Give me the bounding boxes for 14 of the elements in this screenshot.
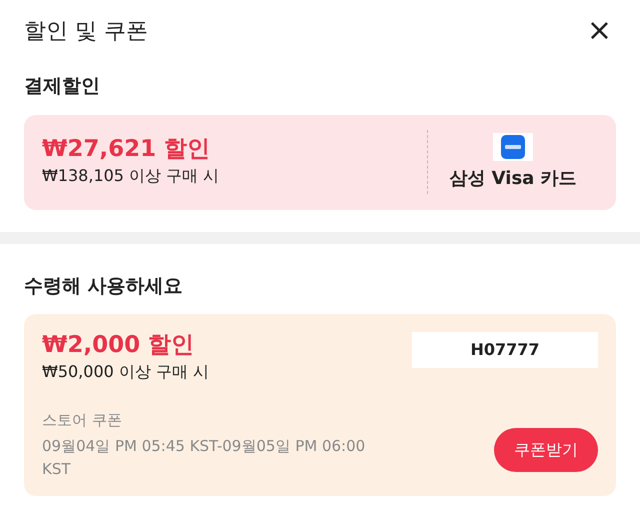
close-button[interactable]: ×	[582, 16, 616, 46]
discount-amount: ₩2,000 할인	[42, 332, 196, 360]
card-name: 삼성 Visa 카드	[449, 166, 577, 190]
get-coupon-button[interactable]: 쿠폰받기	[494, 428, 598, 472]
purchase-condition: ₩138,105 이상 구매 시	[42, 164, 220, 187]
validity-period: 09월04일 PM 05:45 KST-09월05일 PM 06:00 KST	[42, 436, 366, 480]
discount-amount: ₩27,621 할인	[42, 136, 212, 164]
section-title: 수령해 사용하세요	[23, 274, 184, 298]
section-title: 결제할인	[23, 74, 101, 99]
dialog-title: 할인 및 쿠폰	[24, 18, 148, 46]
coupon-type: 스토어 쿠폰	[42, 410, 123, 430]
purchase-condition: ₩50,000 이상 구매 시	[42, 360, 210, 383]
card-logo-icon	[493, 132, 533, 160]
coupon-code: H07777	[412, 332, 598, 368]
